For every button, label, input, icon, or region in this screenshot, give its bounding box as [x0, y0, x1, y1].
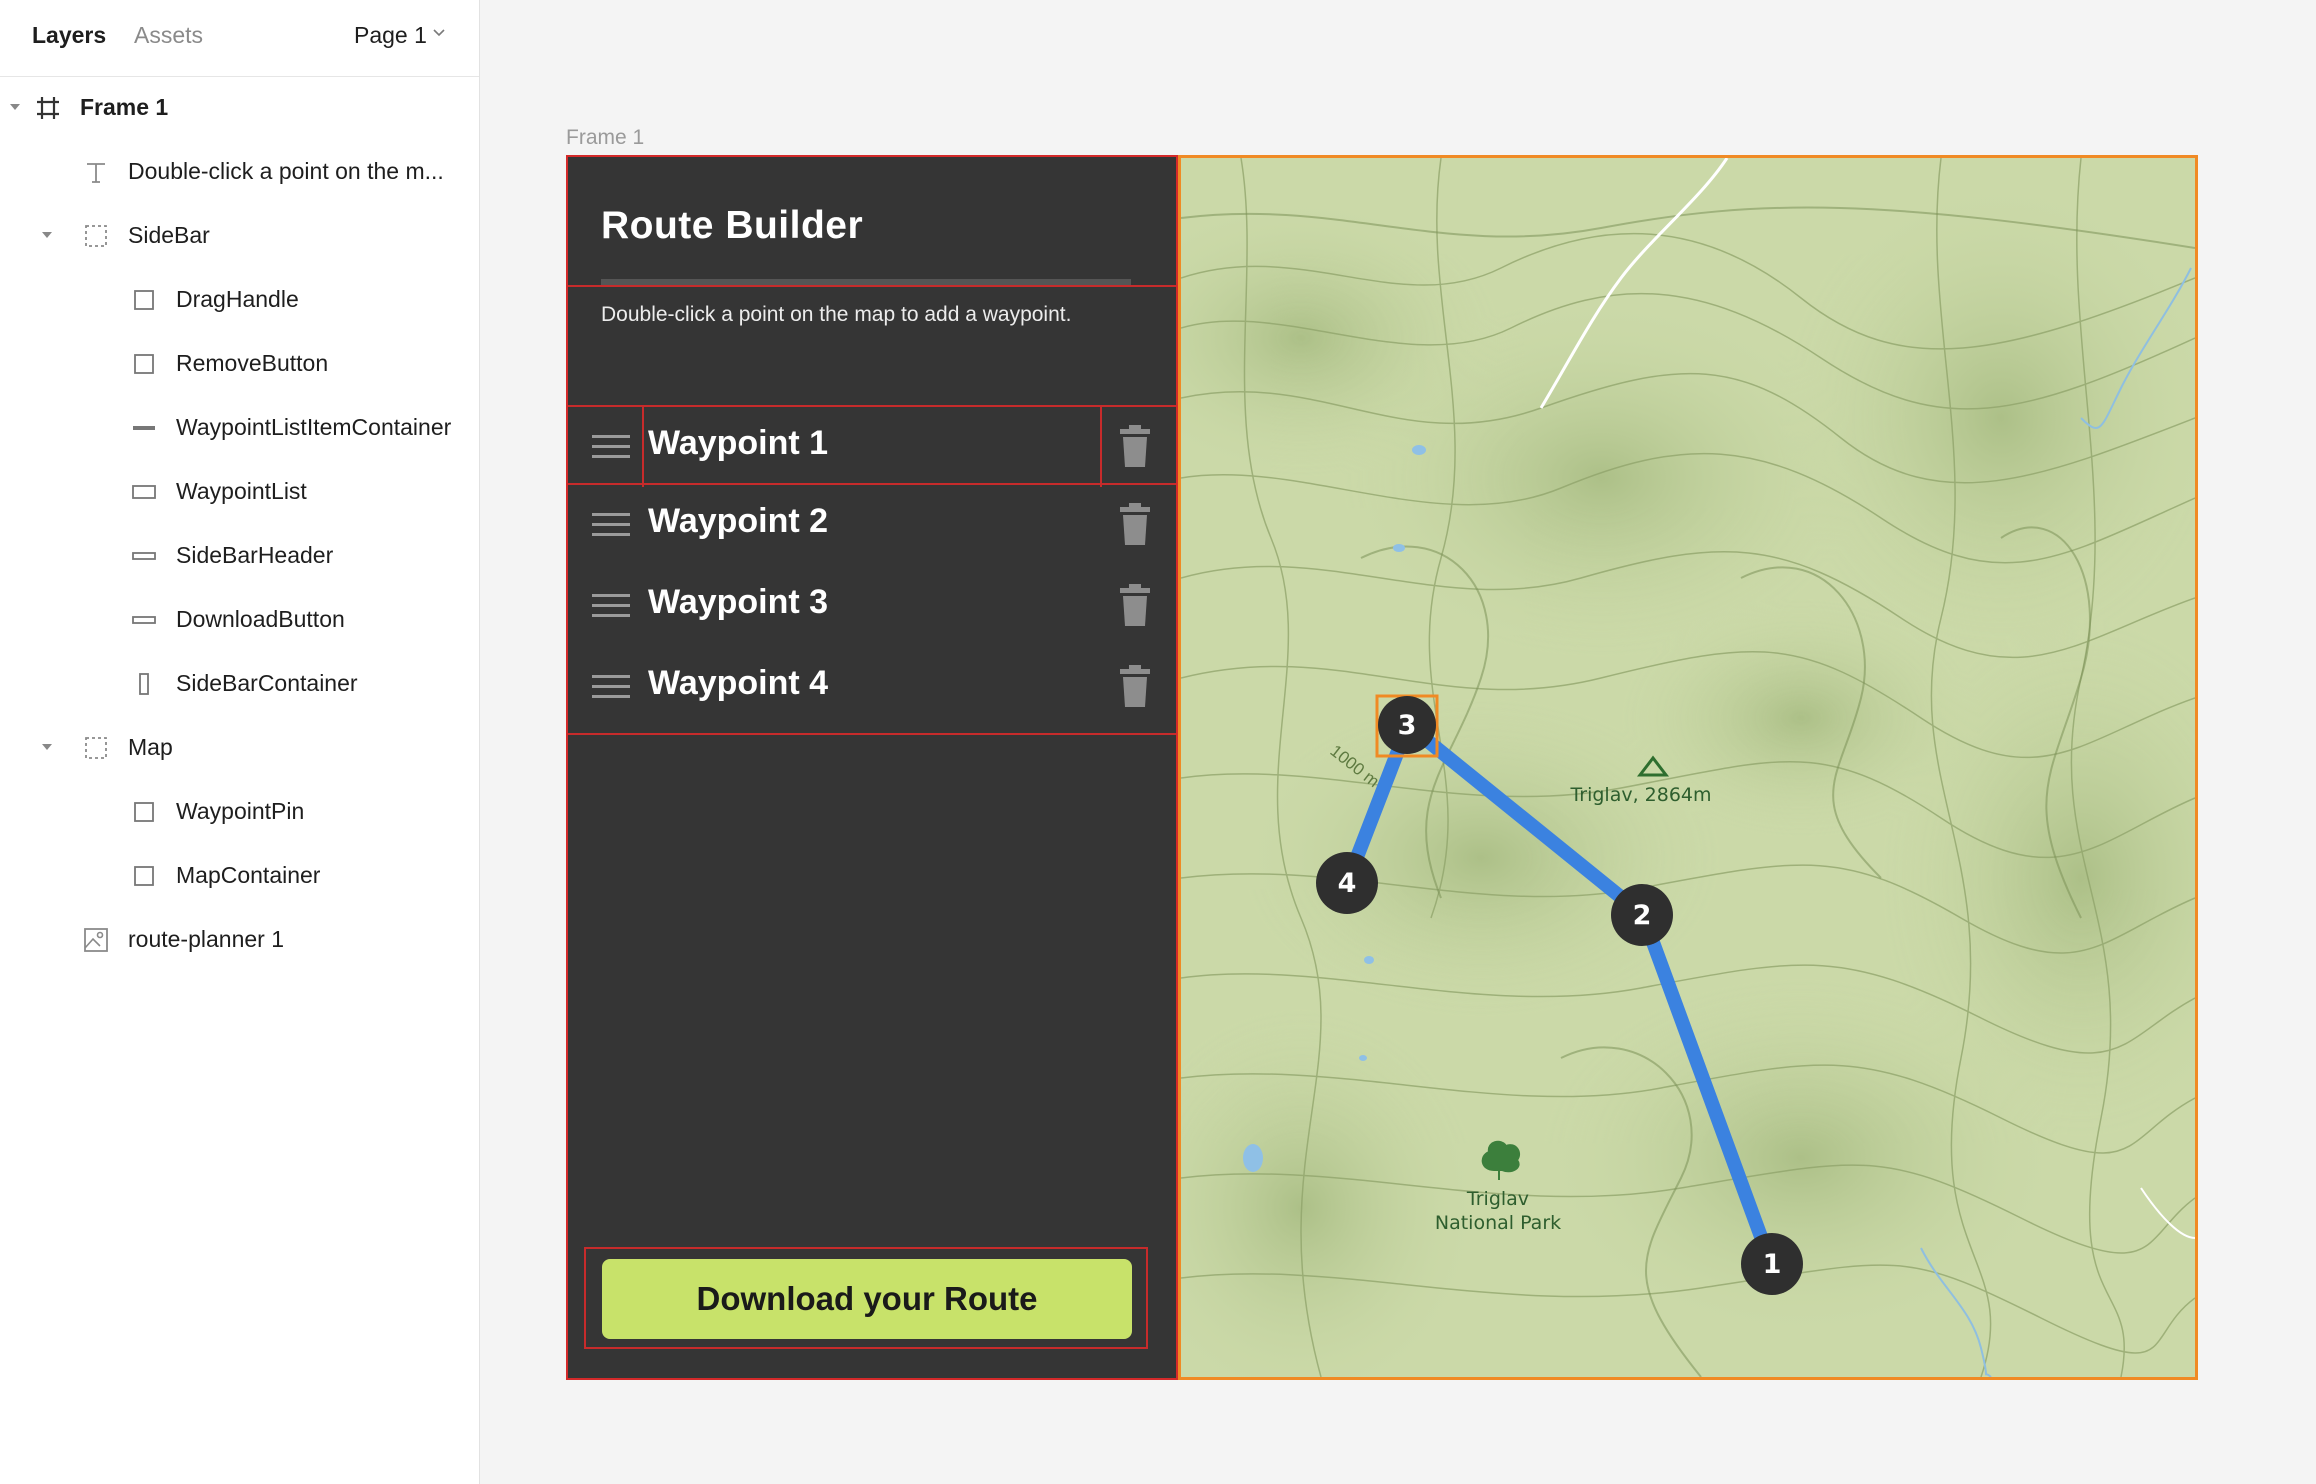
group-icon	[85, 225, 107, 247]
park-label-line1: Triglav	[1466, 1188, 1529, 1210]
tab-layers[interactable]: Layers	[32, 22, 106, 49]
trash-icon[interactable]	[1118, 425, 1152, 467]
drag-handle-icon[interactable]	[592, 673, 630, 701]
pin-number: 1	[1763, 1249, 1782, 1280]
waypoint-list-outline	[568, 733, 1176, 735]
instruction-text: Double-click a point on the map to add a…	[601, 303, 1072, 326]
layer-row-waypointlistitemcontainer[interactable]: WaypointListItemContainer	[0, 396, 480, 460]
layer-row-sidebarcontainer[interactable]: SideBarContainer	[0, 652, 480, 716]
waypoint-list-item[interactable]: Waypoint 2	[568, 485, 1176, 565]
pin-number: 4	[1338, 868, 1357, 899]
drag-handle-icon[interactable]	[592, 511, 630, 539]
group-icon	[85, 737, 107, 759]
layer-row-text[interactable]: Double-click a point on the m...	[0, 140, 480, 204]
layer-row-sidebar[interactable]: SideBar	[0, 204, 480, 268]
waypoint-pin[interactable]: 4	[1316, 852, 1378, 914]
waypoint-label: Waypoint 1	[648, 424, 829, 462]
thin-rectangle-icon	[132, 616, 156, 624]
layer-row-mapcontainer[interactable]: MapContainer	[0, 844, 480, 908]
topographic-map[interactable]: 1000 m Triglav, 2864m Triglav National P…	[1181, 158, 2195, 1377]
layer-name: Map	[128, 734, 173, 760]
layers-panel: Layers Assets Page 1 Frame 1 Double-clic…	[0, 0, 480, 1484]
map-container[interactable]: 1000 m Triglav, 2864m Triglav National P…	[1178, 155, 2198, 1380]
waypoint-pin[interactable]: 2	[1611, 884, 1673, 946]
rectangle-icon	[134, 290, 154, 310]
trash-icon[interactable]	[1118, 503, 1152, 545]
waypoint-list-item[interactable]: Waypoint 3	[568, 566, 1176, 646]
sidebar-title: Route Builder	[601, 204, 864, 247]
thin-rectangle-icon	[132, 552, 156, 560]
layer-name: WaypointList	[176, 478, 307, 504]
trash-icon[interactable]	[1118, 584, 1152, 626]
layer-row-removebutton[interactable]: RemoveButton	[0, 332, 480, 396]
layer-name: WaypointPin	[176, 798, 305, 824]
sidebar[interactable]: Route Builder Double-click a point on th…	[566, 155, 1178, 1380]
layer-name: RemoveButton	[176, 350, 329, 376]
waypoint-list: Waypoint 1 Waypoint 2 Waypoint 3 Waypoin…	[568, 405, 1176, 737]
pin-number: 3	[1398, 710, 1417, 741]
waypoint-label: Waypoint 3	[648, 583, 829, 621]
trash-icon[interactable]	[1118, 665, 1152, 707]
caret-down-icon[interactable]	[40, 740, 54, 754]
panel-tabs: Layers Assets Page 1	[0, 0, 479, 77]
layer-name: WaypointListItemContainer	[176, 414, 452, 440]
pin-number: 2	[1633, 900, 1652, 931]
download-button-container: Download your Route	[584, 1247, 1148, 1349]
rectangle-icon	[132, 485, 156, 499]
waypoint-list-item[interactable]: Waypoint 4	[568, 647, 1176, 727]
waypoint-pin[interactable]: 1	[1741, 1233, 1803, 1295]
text-icon	[87, 163, 105, 183]
layer-name: SideBarContainer	[176, 670, 358, 696]
rectangle-icon	[134, 802, 154, 822]
sidebar-header-outline	[568, 285, 1176, 287]
layer-row-map[interactable]: Map	[0, 716, 480, 780]
selection-outline	[642, 407, 644, 487]
layer-row-waypointlist[interactable]: WaypointList	[0, 460, 480, 524]
layer-name: DragHandle	[176, 286, 299, 312]
layer-name: SideBar	[128, 222, 210, 248]
layer-row-waypointpin[interactable]: WaypointPin	[0, 780, 480, 844]
tab-assets[interactable]: Assets	[134, 22, 203, 49]
terrain-shading	[1181, 178, 2195, 1377]
drag-handle-icon[interactable]	[592, 433, 630, 461]
download-route-button[interactable]: Download your Route	[602, 1259, 1132, 1339]
peak-label: Triglav, 2864m	[1569, 784, 1711, 806]
rectangle-icon	[134, 354, 154, 374]
frame-label[interactable]: Frame 1	[566, 126, 644, 150]
layer-name: Frame 1	[80, 94, 169, 120]
layer-name: MapContainer	[176, 862, 321, 888]
tall-rectangle-icon	[139, 673, 149, 695]
selection-outline	[1100, 407, 1102, 487]
layer-name: DownloadButton	[176, 606, 345, 632]
image-icon	[84, 928, 108, 952]
layer-row-sidebarheader[interactable]: SideBarHeader	[0, 524, 480, 588]
caret-down-icon[interactable]	[8, 100, 22, 114]
layer-name: SideBarHeader	[176, 542, 334, 568]
waypoint-list-item[interactable]: Waypoint 1	[568, 405, 1176, 487]
drag-handle-icon[interactable]	[592, 592, 630, 620]
chevron-down-icon[interactable]	[431, 24, 447, 40]
layer-row-draghandle[interactable]: DragHandle	[0, 268, 480, 332]
waypoint-label: Waypoint 2	[648, 502, 829, 540]
line-icon	[133, 426, 155, 430]
frame-icon	[37, 97, 59, 119]
layer-row-downloadbutton[interactable]: DownloadButton	[0, 588, 480, 652]
rectangle-icon	[134, 866, 154, 886]
park-label-line2: National Park	[1435, 1212, 1561, 1234]
layer-name: Double-click a point on the m...	[128, 158, 444, 184]
layer-row-route-planner[interactable]: route-planner 1	[0, 908, 480, 972]
layer-row-frame-1[interactable]: Frame 1	[0, 76, 480, 140]
page-selector[interactable]: Page 1	[354, 22, 427, 49]
caret-down-icon[interactable]	[40, 228, 54, 242]
waypoint-label: Waypoint 4	[648, 664, 829, 702]
layer-name: route-planner 1	[128, 926, 284, 952]
